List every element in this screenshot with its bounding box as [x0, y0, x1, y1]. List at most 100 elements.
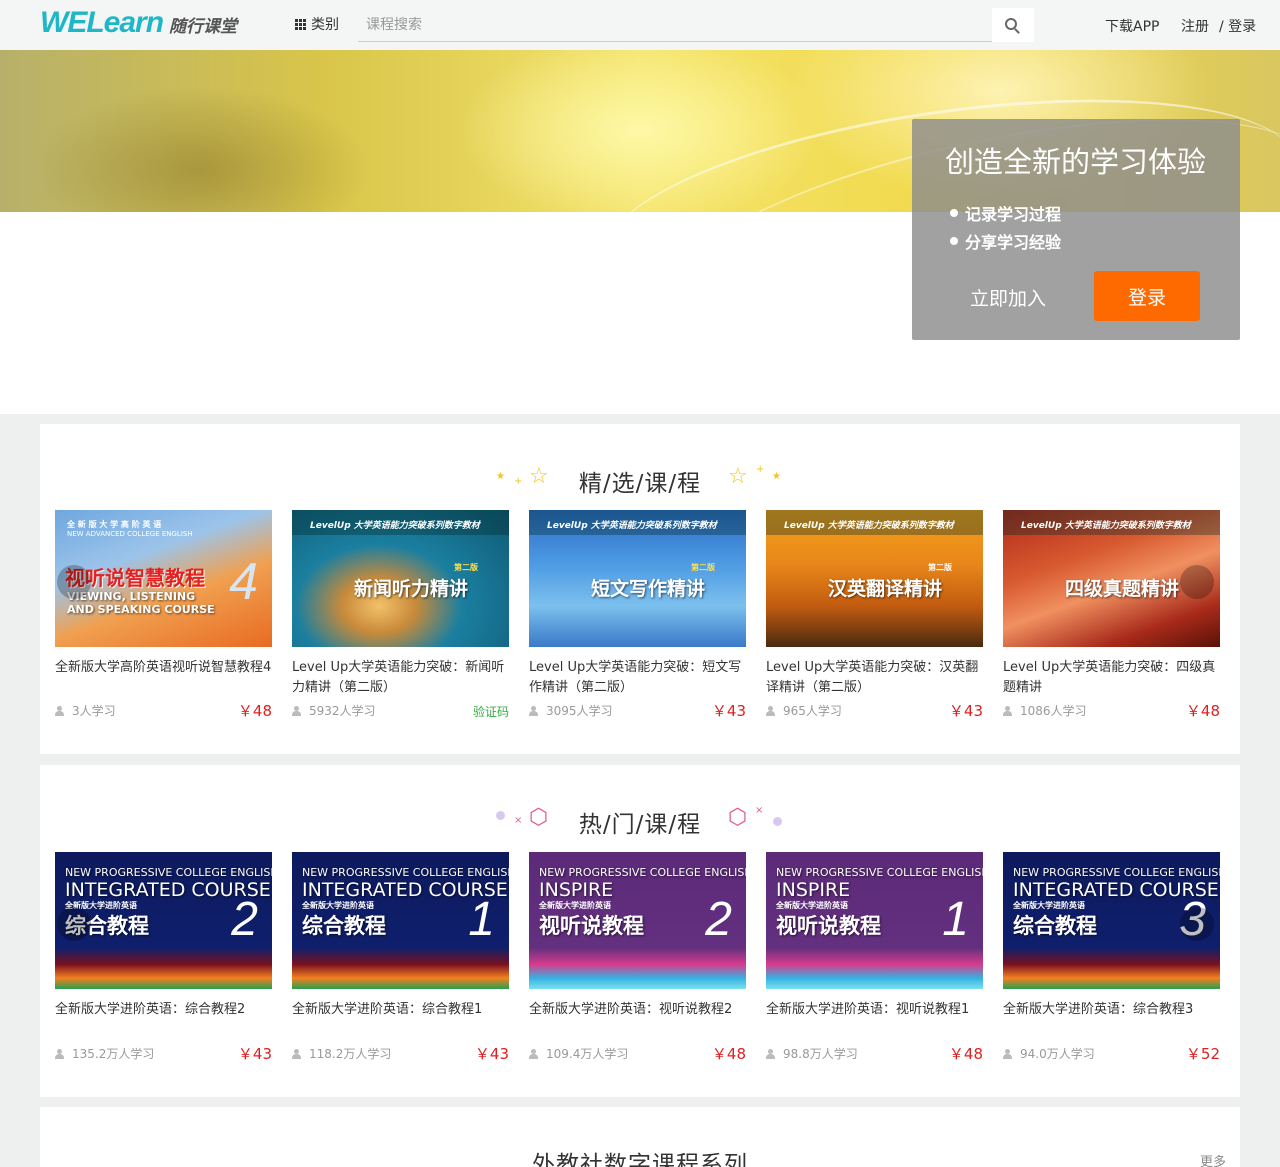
cover-series-text: LevelUp 大学英语能力突破系列数字教材	[784, 521, 954, 531]
cover-series-text: LevelUp 大学英语能力突破系列数字教材	[1021, 521, 1191, 531]
learner-count: 118.2万人学习	[292, 1045, 391, 1062]
cover-title: 汉英翻译精讲	[828, 578, 943, 600]
dot-icon	[773, 817, 782, 826]
course-cover[interactable]: LevelUp 大学英语能力突破系列数字教材 第二版 短文写作精讲	[529, 510, 746, 647]
course-cover[interactable]: NEW PROGRESSIVE COLLEGE ENGLISH INTEGRAT…	[55, 852, 272, 989]
grid-icon	[295, 18, 306, 30]
course-title[interactable]: 全新版大学进阶英语：视听说教程1	[766, 1000, 983, 1020]
course-price[interactable]: 验证码	[473, 703, 509, 720]
course-title[interactable]: Level Up大学英语能力突破：新闻听力精讲（第二版）	[292, 658, 509, 698]
cover-title: 新闻听力精讲	[354, 578, 469, 600]
course-price: ￥43	[474, 1045, 509, 1063]
section-title: 热/门/课/程	[578, 812, 702, 838]
user-icon	[292, 1048, 301, 1059]
course-title[interactable]: 全新版大学进阶英语：综合教程1	[292, 1000, 509, 1020]
carousel-prev-icon[interactable]	[57, 565, 91, 599]
join-now-button[interactable]: 立即加入	[970, 284, 1046, 311]
course-cover[interactable]: NEW PROGRESSIVE COLLEGE ENGLISH INTEGRAT…	[292, 852, 509, 989]
learner-count: 135.2万人学习	[55, 1045, 154, 1062]
cover-en-text: AND SPEAKING COURSE	[67, 603, 215, 616]
cover-en-text: NEW PROGRESSIVE COLLEGE ENGLISH	[302, 866, 509, 879]
course-title[interactable]: Level Up大学英语能力突破：四级真题精讲	[1003, 658, 1220, 698]
search-bar	[358, 8, 1034, 42]
cover-number: 1	[942, 893, 969, 946]
learner-count: 965人学习	[766, 702, 842, 719]
cover-title: 综合教程	[302, 914, 386, 938]
course-title[interactable]: 全新版大学进阶英语：综合教程3	[1003, 1000, 1220, 1020]
foreign-courses-section: 外教社数字课程系列 更多	[40, 1107, 1240, 1167]
course-price: ￥48	[711, 1045, 746, 1063]
course-cover[interactable]: NEW PROGRESSIVE COLLEGE ENGLISH INSPIRE …	[766, 852, 983, 989]
course-price: ￥48	[948, 1045, 983, 1063]
cover-title: 四级真题精讲	[1065, 578, 1180, 600]
more-link[interactable]: 更多	[1200, 1151, 1226, 1167]
logo-sub-text: 随行课堂	[169, 17, 238, 37]
course-cover[interactable]: LevelUp 大学英语能力突破系列数字教材 四级真题精讲	[1003, 510, 1220, 647]
course-cover[interactable]: LevelUp 大学英语能力突破系列数字教材 第二版 汉英翻译精讲	[766, 510, 983, 647]
cover-edition: 第二版	[928, 563, 952, 572]
promo-login-button[interactable]: 登录	[1094, 271, 1200, 321]
cover-title: 短文写作精讲	[591, 578, 706, 600]
learner-count: 109.4万人学习	[529, 1045, 628, 1062]
course-title[interactable]: Level Up大学英语能力突破：短文写作精讲（第二版）	[529, 658, 746, 698]
cover-en-text: NEW PROGRESSIVE COLLEGE ENGLISH	[539, 866, 746, 879]
user-icon	[766, 1048, 775, 1059]
cover-subtitle: NEW ADVANCED COLLEGE ENGLISH	[67, 530, 193, 538]
featured-section: ★ + ☆ 精/选/课/程 ☆ + ★ 全 新 版 大 学 高 阶 英 语 NE…	[40, 424, 1240, 754]
section-title: 外教社数字课程系列	[532, 1152, 748, 1167]
course-title[interactable]: Level Up大学英语能力突破：汉英翻译精讲（第二版）	[766, 658, 983, 698]
user-icon	[55, 1048, 64, 1059]
cover-number: 2	[705, 893, 732, 946]
course-cover[interactable]: NEW PROGRESSIVE COLLEGE ENGLISH INSPIRE …	[529, 852, 746, 989]
course-price: ￥52	[1185, 1045, 1220, 1063]
hexagon-icon: ⬡	[728, 805, 748, 830]
promo-title: 创造全新的学习体验	[945, 145, 1207, 179]
learner-count: 94.0万人学习	[1003, 1045, 1095, 1062]
course-title[interactable]: 全新版大学进阶英语：视听说教程2	[529, 1000, 746, 1020]
cover-en-text: NEW PROGRESSIVE COLLEGE ENGLISH	[1013, 866, 1220, 879]
cover-series-text: 全 新 版 大 学 高 阶 英 语	[67, 520, 162, 529]
section-title: 精/选/课/程	[578, 471, 702, 497]
cover-title: 视听说教程	[539, 914, 644, 938]
learner-count: 1086人学习	[1003, 702, 1087, 719]
cover-series-text: LevelUp 大学英语能力突破系列数字教材	[310, 521, 480, 531]
hot-section: × ⬡ 热/门/课/程 ⬡ × NEW PROGRESSIVE COLLEGE …	[40, 765, 1240, 1097]
category-button[interactable]: 类别	[295, 14, 339, 34]
user-icon	[529, 1048, 538, 1059]
course-title[interactable]: 全新版大学进阶英语：综合教程2	[55, 1000, 272, 1020]
course-cover[interactable]: NEW PROGRESSIVE COLLEGE ENGLISH INTEGRAT…	[1003, 852, 1220, 989]
star-icon: ★	[772, 471, 781, 482]
course-price: ￥43	[237, 1045, 272, 1063]
top-header: WELearn 随行课堂 类别 下载APP 注册 / 登录	[0, 0, 1280, 50]
user-icon	[292, 705, 301, 716]
carousel-next-icon[interactable]	[1180, 565, 1214, 599]
cover-number: 1	[468, 893, 495, 946]
cover-en-text: NEW PROGRESSIVE COLLEGE ENGLISH	[65, 866, 272, 879]
cover-series-text: LevelUp 大学英语能力突破系列数字教材	[547, 521, 717, 531]
promo-item: 分享学习经验	[950, 229, 1061, 253]
course-cover[interactable]: LevelUp 大学英语能力突破系列数字教材 第二版 新闻听力精讲	[292, 510, 509, 647]
course-price: ￥48	[1185, 702, 1220, 720]
sparkle-icon: ×	[755, 805, 764, 816]
cover-en-title: INSPIRE	[539, 879, 614, 901]
carousel-prev-icon[interactable]	[57, 907, 91, 941]
search-input[interactable]	[358, 8, 992, 42]
login-link[interactable]: / 登录	[1219, 16, 1256, 36]
course-cover[interactable]: 全 新 版 大 学 高 阶 英 语 NEW ADVANCED COLLEGE E…	[55, 510, 272, 647]
search-button[interactable]	[992, 8, 1034, 42]
user-icon	[1003, 1048, 1012, 1059]
carousel-next-icon[interactable]	[1180, 907, 1214, 941]
promo-item: 记录学习过程	[950, 201, 1061, 225]
logo-main-text: WELearn	[40, 6, 164, 39]
cover-en-title: INSPIRE	[776, 879, 851, 901]
download-app-link[interactable]: 下载APP	[1105, 16, 1159, 36]
welearn-logo[interactable]: WELearn 随行课堂	[40, 6, 237, 44]
learner-count: 3095人学习	[529, 702, 613, 719]
cover-title: 视听说教程	[776, 914, 881, 938]
register-link[interactable]: 注册	[1181, 16, 1209, 36]
cover-title: 综合教程	[1013, 914, 1097, 938]
cover-number: 4	[229, 553, 258, 611]
cover-number: 2	[231, 893, 258, 946]
cover-edition: 第二版	[454, 563, 478, 572]
course-title[interactable]: 全新版大学高阶英语视听说智慧教程4	[55, 658, 272, 678]
